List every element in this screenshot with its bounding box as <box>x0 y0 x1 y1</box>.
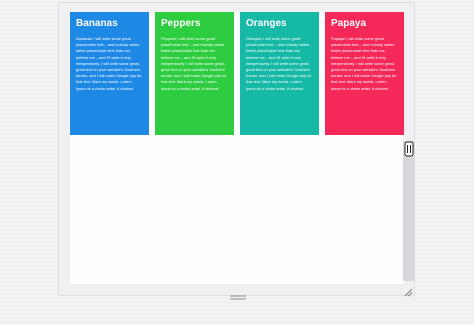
grip-handle-icon[interactable] <box>404 141 414 157</box>
card-title: Papaya <box>331 18 367 29</box>
card-title: Bananas <box>76 18 118 29</box>
card-text: Oranges! I will write some great placeho… <box>246 36 312 91</box>
card-papaya: Papaya Papaya! I will write some great p… <box>325 12 404 135</box>
resize-corner-icon[interactable] <box>403 284 413 297</box>
card-title: Peppers <box>161 18 201 29</box>
card-text: Papaya! I will write some great placehol… <box>331 36 397 91</box>
card-row: Bananas Bananas! I will write some great… <box>70 12 404 135</box>
resizable-frame: Bananas Bananas! I will write some great… <box>58 2 415 296</box>
card-text: Bananas! I will write some great placeho… <box>76 36 142 91</box>
card-title: Oranges <box>246 18 287 29</box>
card-peppers: Peppers Peppers! I will write some great… <box>155 12 234 135</box>
card-oranges: Oranges Oranges! I will write some great… <box>240 12 319 135</box>
card-text: Peppers! I will write some great placeho… <box>161 36 227 91</box>
card-bananas: Bananas Bananas! I will write some great… <box>70 12 149 135</box>
drag-handle-icon[interactable] <box>229 287 247 300</box>
preview-canvas: Bananas Bananas! I will write some great… <box>70 12 404 284</box>
side-drag-track[interactable] <box>403 141 415 281</box>
